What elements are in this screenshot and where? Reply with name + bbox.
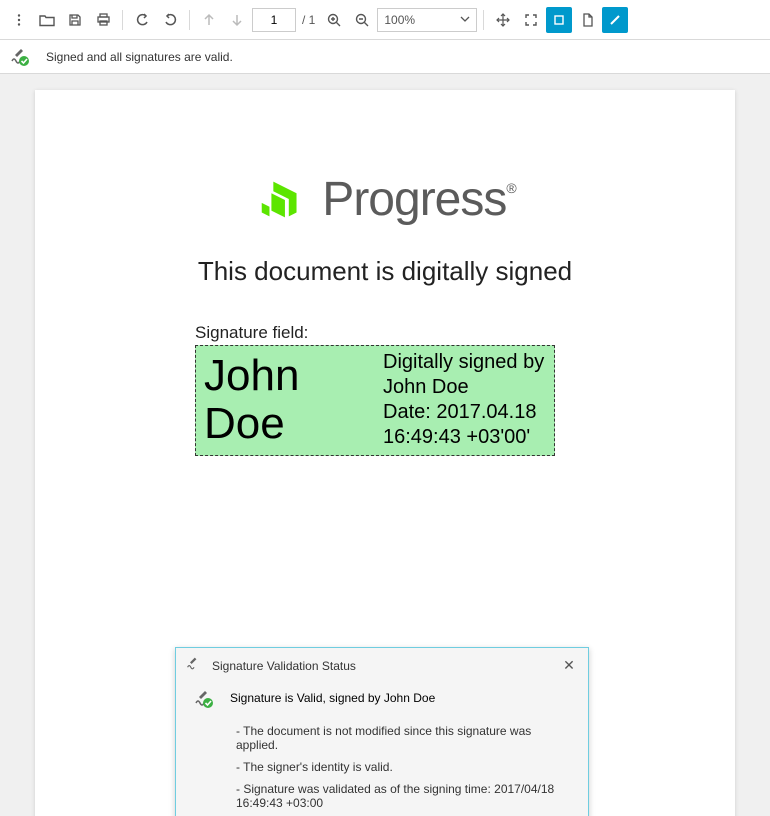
zoom-value: 100% <box>384 13 415 27</box>
page-total: / 1 <box>298 13 319 27</box>
signature-status-text: Signed and all signatures are valid. <box>46 50 233 64</box>
separator <box>189 10 190 30</box>
fit-page-icon[interactable] <box>518 7 544 33</box>
tool-button-1[interactable] <box>546 7 572 33</box>
signature-validation-dialog: Signature Validation Status ✕ Signature … <box>175 647 589 816</box>
page-input[interactable] <box>252 8 296 32</box>
dialog-bullets: - The document is not modified since thi… <box>236 724 570 810</box>
undo-icon[interactable] <box>129 7 155 33</box>
save-icon[interactable] <box>62 7 88 33</box>
bullet-item: - The document is not modified since thi… <box>236 724 570 752</box>
arrow-down-icon <box>224 7 250 33</box>
dialog-header: Signature Validation Status ✕ <box>176 648 588 683</box>
document-icon[interactable] <box>574 7 600 33</box>
more-icon[interactable] <box>6 7 32 33</box>
brand-logo: Progress® <box>254 170 515 228</box>
bullet-item: - The signer's identity is valid. <box>236 760 570 774</box>
pan-icon[interactable] <box>490 7 516 33</box>
close-icon[interactable]: ✕ <box>560 657 578 675</box>
document-heading: This document is digitally signed <box>198 256 572 287</box>
tool-button-2[interactable] <box>602 7 628 33</box>
signature-status-bar: Signed and all signatures are valid. <box>0 40 770 74</box>
signature-valid-icon <box>194 689 214 712</box>
signature-valid-icon <box>10 47 30 67</box>
dialog-summary: Signature is Valid, signed by John Doe <box>230 689 435 712</box>
separator <box>483 10 484 30</box>
signature-field-label: Signature field: <box>195 323 308 343</box>
open-icon[interactable] <box>34 7 60 33</box>
zoom-in-icon[interactable] <box>321 7 347 33</box>
separator <box>122 10 123 30</box>
brand-name: Progress® <box>322 172 515 227</box>
chevron-down-icon <box>460 13 470 27</box>
zoom-select[interactable]: 100% <box>377 8 477 32</box>
arrow-up-icon <box>196 7 222 33</box>
dialog-body: Signature is Valid, signed by John Doe -… <box>176 683 588 816</box>
signature-details: Digitally signed by John Doe Date: 2017.… <box>377 346 554 455</box>
toolbar: / 1 100% <box>0 0 770 40</box>
dialog-title: Signature Validation Status <box>212 659 550 673</box>
print-icon[interactable] <box>90 7 116 33</box>
signer-name: John Doe <box>196 346 377 455</box>
progress-logo-icon <box>254 170 312 228</box>
document-area: Progress® This document is digitally sig… <box>0 74 770 816</box>
zoom-out-icon[interactable] <box>349 7 375 33</box>
signature-pen-icon <box>186 656 202 675</box>
signature-field[interactable]: John Doe Digitally signed by John Doe Da… <box>195 345 555 456</box>
bullet-item: - Signature was validated as of the sign… <box>236 782 570 810</box>
redo-icon[interactable] <box>157 7 183 33</box>
